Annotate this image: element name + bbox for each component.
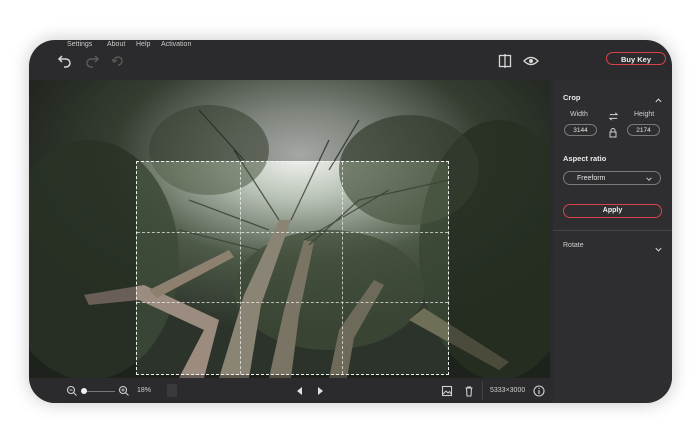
undo-icon[interactable] xyxy=(56,52,74,70)
menu-help[interactable]: Help xyxy=(136,40,150,49)
zoom-in-icon[interactable] xyxy=(117,384,131,398)
crop-grid-line xyxy=(239,162,241,374)
chevron-down-icon xyxy=(646,177,652,181)
zoom-percentage: 18% xyxy=(137,387,152,394)
crop-grid-line xyxy=(342,162,344,374)
rotate-chevron-down-icon[interactable] xyxy=(654,241,663,252)
crop-grid-line xyxy=(137,301,448,303)
info-icon[interactable] xyxy=(532,384,546,398)
chevron-up-icon[interactable] xyxy=(654,92,663,103)
trash-icon[interactable] xyxy=(462,384,476,398)
zoom-slider-thumb[interactable] xyxy=(81,388,87,394)
aspect-ratio-title: Aspect ratio xyxy=(563,154,607,163)
lock-icon[interactable] xyxy=(608,125,618,138)
crop-section-title[interactable]: Crop xyxy=(563,93,581,102)
aspect-ratio-select[interactable]: Freeform xyxy=(563,171,661,185)
image-icon[interactable] xyxy=(440,384,454,398)
divider xyxy=(482,381,483,400)
bottom-bar: 18% 5333×3000 xyxy=(29,378,550,403)
width-field[interactable]: 3144 xyxy=(564,124,597,136)
crop-side-panel: Crop Width Height 3144 2174 Aspect ratio… xyxy=(553,80,672,403)
zoom-out-icon[interactable] xyxy=(65,384,79,398)
width-label: Width xyxy=(570,111,588,118)
preview-eye-icon[interactable] xyxy=(522,52,540,70)
crop-grid-line xyxy=(137,231,448,233)
height-label: Height xyxy=(634,111,655,118)
next-image-icon[interactable] xyxy=(313,384,327,398)
image-canvas[interactable] xyxy=(29,80,550,378)
height-field[interactable]: 2174 xyxy=(627,124,660,136)
swap-dimensions-icon[interactable] xyxy=(608,109,619,121)
toolbar xyxy=(29,52,672,80)
filmstrip-toggle[interactable] xyxy=(167,384,177,397)
app-window: Settings About Help Activation Buy Key C… xyxy=(29,40,672,403)
image-dimensions: 5333×3000 xyxy=(490,387,526,394)
menu-activation[interactable]: Activation xyxy=(161,40,191,49)
redo-icon[interactable] xyxy=(83,52,101,70)
reset-icon[interactable] xyxy=(109,52,127,70)
rotate-section[interactable]: Rotate xyxy=(563,242,584,249)
menu-bar: Settings About Help Activation xyxy=(29,40,672,52)
previous-image-icon[interactable] xyxy=(293,384,307,398)
crop-frame[interactable] xyxy=(136,161,449,375)
buy-key-button[interactable]: Buy Key xyxy=(606,52,666,65)
divider xyxy=(553,230,672,231)
compare-icon[interactable] xyxy=(496,52,514,70)
aspect-ratio-value: Freeform xyxy=(577,175,606,182)
menu-settings[interactable]: Settings xyxy=(67,40,92,49)
apply-button[interactable]: Apply xyxy=(563,204,662,218)
menu-about[interactable]: About xyxy=(107,40,125,49)
